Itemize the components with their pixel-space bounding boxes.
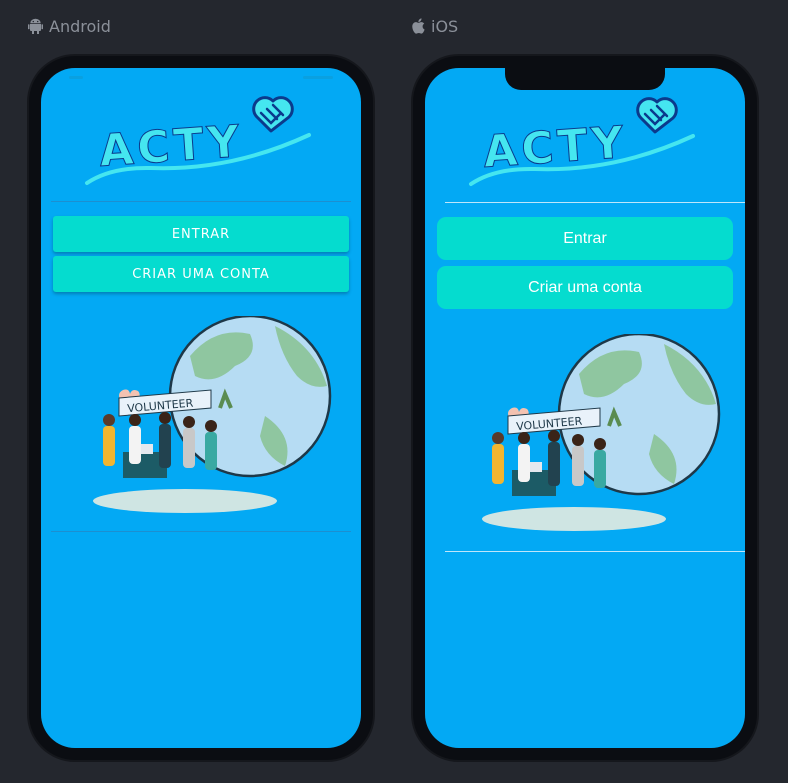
ios-top-divider [445,202,745,203]
handshake-icon [252,96,294,133]
android-icon [28,18,43,34]
ios-phone-frame: ACTY Entrar Criar uma conta VOLUNTEER [413,56,757,760]
android-label-text: Android [49,16,111,36]
android-status-icons [303,76,333,79]
android-signup-button[interactable]: CRIAR UMA CONTA [53,256,349,292]
ios-screen: ACTY Entrar Criar uma conta VOLUNTEER [425,68,745,748]
ios-platform-label: iOS [412,16,458,36]
ios-label-text: iOS [431,16,459,36]
android-status-time [69,76,83,79]
handshake-icon [636,97,678,134]
android-acty-logo: ACTY [85,96,311,185]
android-top-divider [51,201,351,202]
android-bottom-divider [51,531,351,532]
ios-bottom-divider [445,551,745,552]
ios-signup-button[interactable]: Criar uma conta [437,266,733,309]
android-platform-label: Android [28,16,111,36]
android-phone-frame: ACTY ENTRAR CRIAR UMA CONTA VOLUNTEER [29,56,373,760]
android-screen: ACTY ENTRAR CRIAR UMA CONTA VOLUNTEER [41,68,361,748]
ios-volunteer-illustration: VOLUNTEER [482,334,721,531]
ios-acty-logo: ACTY [469,97,695,186]
android-login-button[interactable]: ENTRAR [53,216,349,252]
apple-icon [412,18,425,34]
android-volunteer-illustration: VOLUNTEER [93,316,332,513]
ios-login-button[interactable]: Entrar [437,217,733,260]
